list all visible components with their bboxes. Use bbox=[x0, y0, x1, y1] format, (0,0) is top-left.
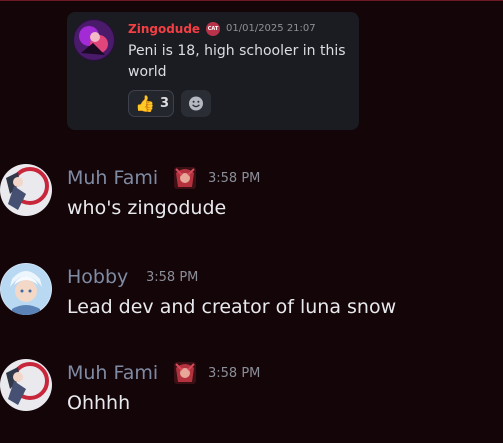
smiley-add-reaction-icon bbox=[189, 96, 203, 111]
reaction-count: 3 bbox=[160, 96, 170, 111]
embed-timestamp: 01/01/2025 21:07 bbox=[226, 23, 316, 34]
thumbs-up-icon: 👍 bbox=[135, 94, 155, 113]
muh-fami-avatar[interactable] bbox=[0, 164, 52, 216]
character-emoji-icon bbox=[172, 360, 198, 386]
zingodude-avatar[interactable] bbox=[73, 19, 115, 61]
quoted-message-card[interactable]: Zingodude CAT 01/01/2025 21:07 Peni is 1… bbox=[67, 12, 359, 130]
message-item: Muh Fami 3:58 PM Ohhhh bbox=[0, 359, 503, 421]
message-timestamp: 3:58 PM bbox=[208, 171, 261, 186]
message-item: Muh Fami 3:58 PM who's zingodude bbox=[0, 164, 503, 226]
cat-badge-icon: CAT bbox=[206, 22, 220, 36]
message-timestamp: 3:58 PM bbox=[208, 366, 261, 381]
top-divider bbox=[0, 0, 503, 1]
message-author[interactable]: Muh Fami bbox=[67, 166, 158, 190]
message-timestamp: 3:58 PM bbox=[146, 270, 199, 285]
message-text: Ohhhh bbox=[67, 392, 131, 414]
message-author[interactable]: Muh Fami bbox=[67, 361, 158, 385]
message-text: who's zingodude bbox=[67, 197, 227, 219]
embed-message-text: Peni is 18, high schooler in this world bbox=[128, 43, 346, 80]
message-item: Hobby 3:58 PM Lead dev and creator of lu… bbox=[0, 263, 503, 325]
character-emoji-icon bbox=[172, 165, 198, 191]
hobby-avatar[interactable] bbox=[0, 263, 52, 315]
message-author[interactable]: Hobby bbox=[67, 265, 128, 289]
message-text: Lead dev and creator of luna snow bbox=[67, 296, 397, 318]
thumbs-up-reaction[interactable]: 👍 3 bbox=[128, 90, 174, 117]
embed-author-name[interactable]: Zingodude bbox=[128, 22, 200, 36]
muh-fami-avatar[interactable] bbox=[0, 359, 52, 411]
add-reaction-button[interactable] bbox=[181, 90, 211, 117]
